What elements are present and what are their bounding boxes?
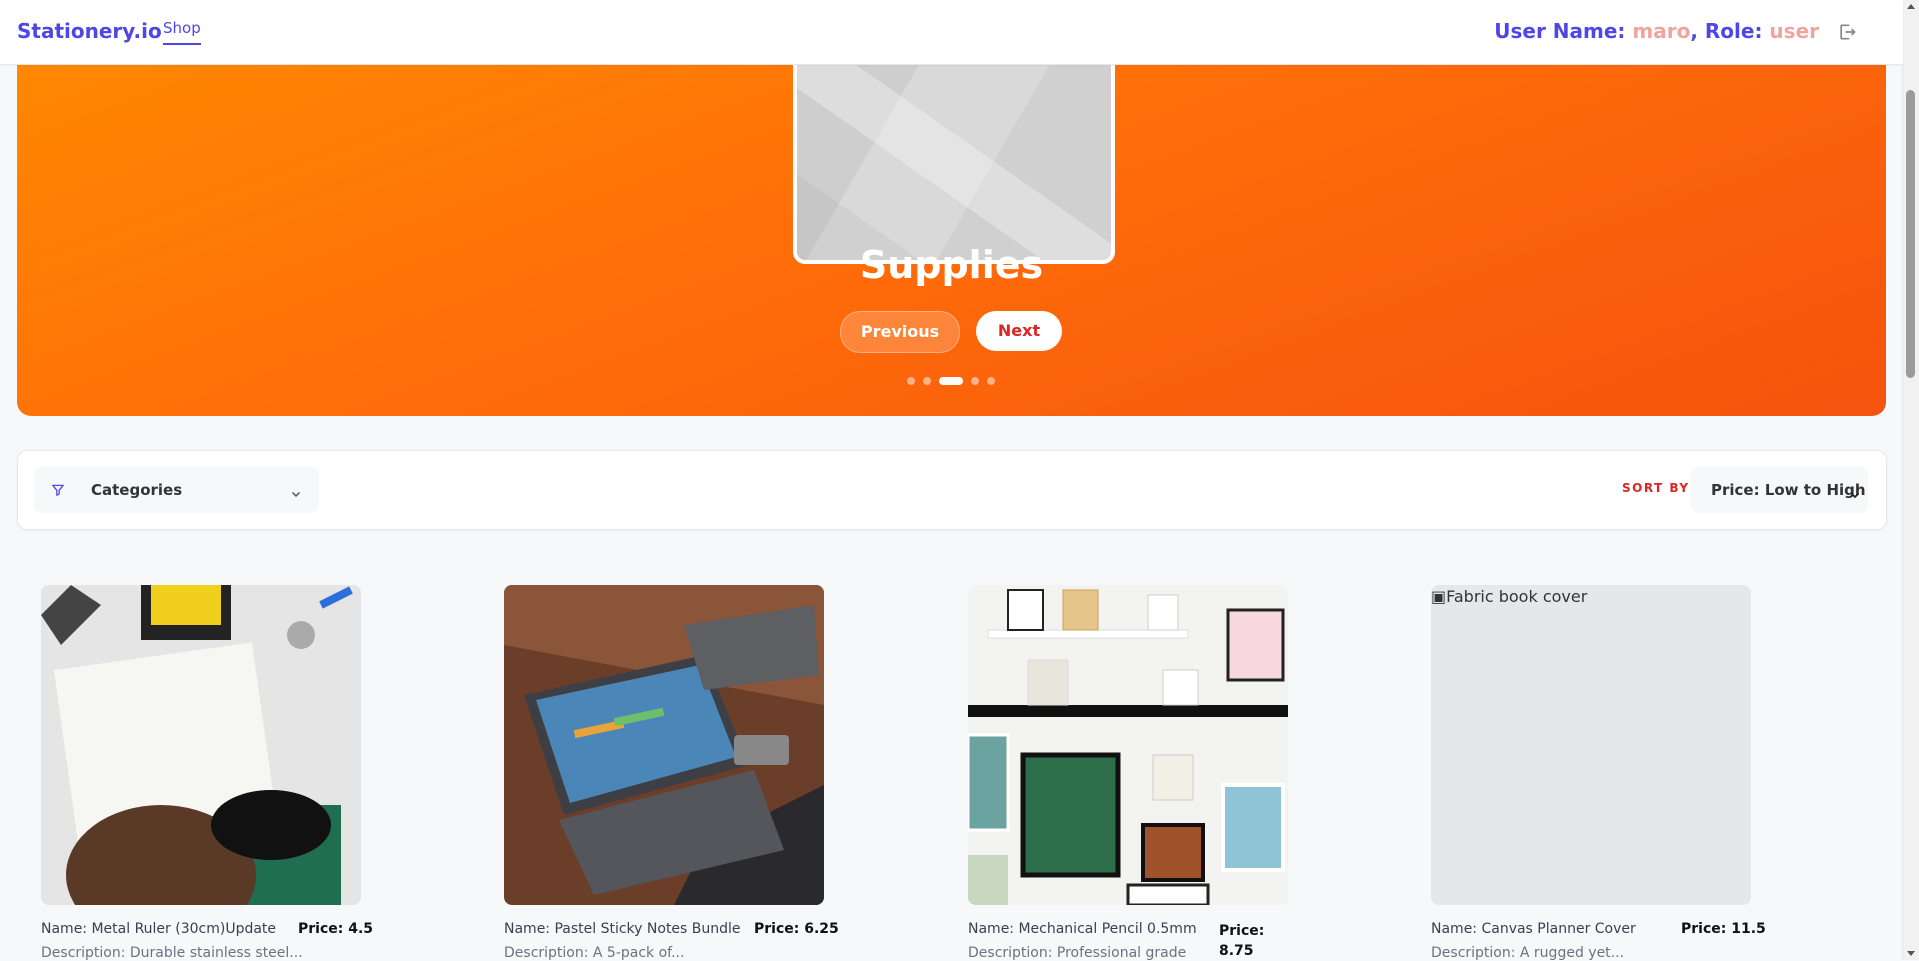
categories-label: Categories [91,481,183,499]
previous-button[interactable]: Previous [840,311,960,353]
product-name: Name: Pastel Sticky Notes Bundle [504,921,741,937]
role-value: user [1769,19,1819,43]
user-info: User Name: maro, Role: user [1494,19,1819,43]
scroll-down-arrow-icon[interactable] [1907,951,1915,956]
product-price-value: 8.75 [1219,943,1254,959]
product-name: Name: Canvas Planner Cover [1431,921,1636,937]
chevron-down-icon [1850,485,1860,499]
broken-image-alt-text: ▣Fabric book cover [1431,587,1588,606]
sort-by-label: SORT BY [1622,481,1690,495]
carousel-dot-3-active[interactable] [939,377,963,385]
page-scrollbar[interactable] [1902,0,1919,960]
filter-bar: Categories SORT BY Price: Low to High [17,450,1887,530]
scroll-thumb[interactable] [1906,90,1915,378]
product-image[interactable] [41,585,361,905]
sort-selected-value: Price: Low to High [1711,481,1866,499]
categories-dropdown[interactable]: Categories [34,467,319,513]
product-name: Name: Mechanical Pencil 0.5mm [968,921,1197,937]
product-description: Description: Professional grade [968,945,1187,961]
top-navbar: Stationery.io Shop User Name: maro, Role… [0,0,1903,65]
user-name-label: User Name: [1494,19,1633,43]
product-name: Name: Metal Ruler (30cm)Update [41,921,277,937]
user-name-value: maro [1632,19,1691,43]
filter-icon [51,482,65,496]
carousel-dot-4[interactable] [971,377,979,385]
hero-slide-title: Supplies [859,243,1044,287]
logout-icon[interactable] [1837,22,1857,42]
carousel-dot-1[interactable] [907,377,915,385]
product-image[interactable] [504,585,824,905]
product-price-label: Price: [1219,923,1265,939]
hero-carousel: Supplies Previous Next [17,20,1886,416]
sort-select[interactable]: Price: Low to High [1691,467,1868,513]
product-image-broken[interactable]: ▣Fabric book cover [1431,585,1751,905]
product-price: Price: 11.5 [1681,921,1766,937]
product-description: Description: A 5-pack of... [504,945,685,961]
carousel-dot-2[interactable] [923,377,931,385]
product-description: Description: Durable stainless steel... [41,945,303,961]
brand-logo[interactable]: Stationery.io [17,19,162,43]
product-price: Price: 4.5 [298,921,374,937]
product-price: Price: 8.75 [1219,921,1264,961]
carousel-dot-5[interactable] [987,377,995,385]
product-image[interactable] [968,585,1288,905]
nav-link-shop[interactable]: Shop [163,19,201,45]
next-button[interactable]: Next [976,311,1062,351]
product-description: Description: A rugged yet... [1431,945,1625,961]
product-price: Price: 6.25 [754,921,839,937]
role-label: , Role: [1690,19,1770,43]
hero-slide-image [793,50,1115,264]
chevron-down-icon [291,484,301,498]
scroll-up-arrow-icon[interactable] [1907,4,1915,9]
